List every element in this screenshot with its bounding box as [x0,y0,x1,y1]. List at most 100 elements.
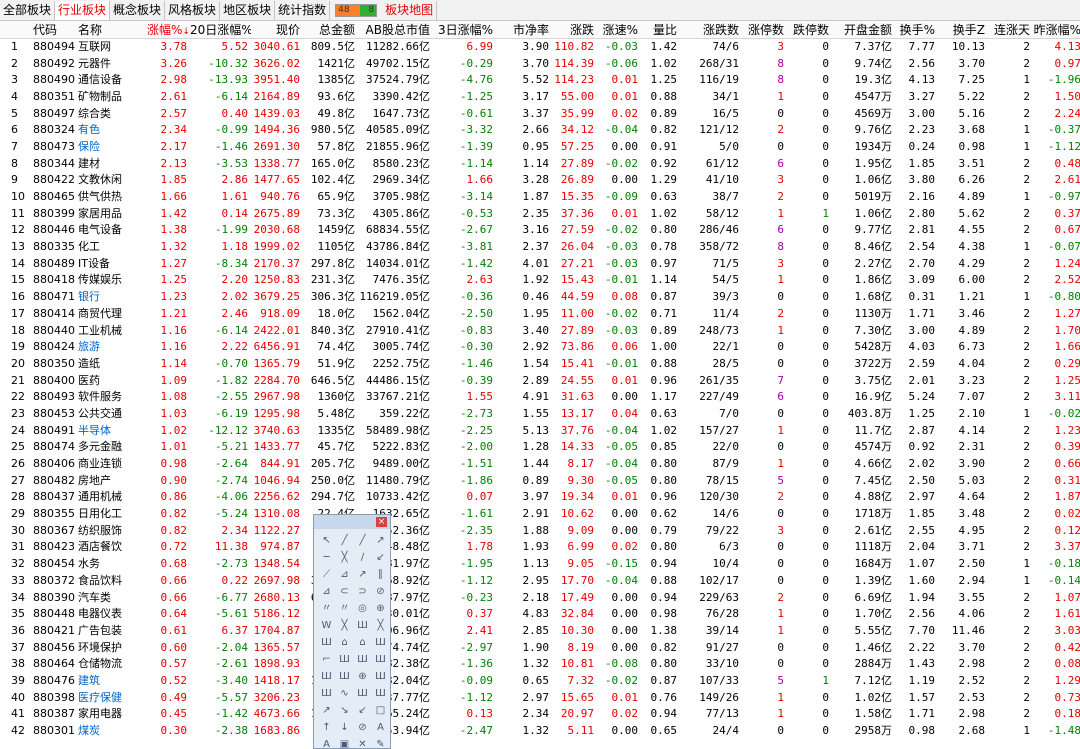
tab-industry-sectors[interactable]: 行业板块 [55,0,111,20]
table-row[interactable]: 1 880494 互联网 3.78 5.52 3040.61 809.5亿 11282.66亿… [0,39,1080,56]
table-row[interactable]: 11 880399 家居用品 1.42 0.14 2675.89 73.3亿 4305.86亿… [0,205,1080,222]
table-row[interactable]: 27 880482 房地产 0.90 -2.74 1046.94 250.0亿 11480.7… [0,472,1080,489]
drawing-tool-icon[interactable]: □ [372,703,389,719]
table-row[interactable]: 15 880418 传媒娱乐 1.25 2.20 1250.83 231.3亿 7476.35… [0,272,1080,289]
tab-region-sectors[interactable]: 地区板块 [220,0,276,20]
table-row[interactable]: 33880372食品饮料0.660.222697.98337.8亿32268.9… [0,573,1080,590]
drawing-tool-icon[interactable]: ↓ [336,720,353,736]
toolbox-titlebar[interactable]: × [314,515,390,529]
drawing-tool-icon[interactable]: Ш [372,652,389,668]
drawing-tool-icon[interactable]: Ш [354,618,371,634]
drawing-tool-icon[interactable]: ⌂ [336,635,353,651]
drawing-tool-icon[interactable]: ╳ [336,618,353,634]
drawing-tool-icon[interactable]: ↑ [318,720,335,736]
drawing-tool-icon[interactable]: 〃 [318,601,335,617]
table-row[interactable]: 25 880474 多元金融 1.01 -5.21 1433.77 45.7亿 5222.83… [0,439,1080,456]
table-row[interactable]: 36880421广告包装0.616.371704.8738.6亿1206.96亿… [0,622,1080,640]
col-header-limit-up-count[interactable]: 涨停数 [742,21,787,39]
table-row[interactable]: 14 880489 IT设备 1.27 -8.34 2170.37 297.8亿 14034.… [0,255,1080,273]
drawing-tool-icon[interactable]: ⊂ [336,584,353,600]
table-row[interactable]: 6 880324 有色 2.34 -0.99 1494.36 980.5亿 40585.09亿… [0,121,1080,139]
drawing-tool-icon[interactable]: ╳ [336,550,353,566]
table-row[interactable]: 13 880335 化工 1.32 1.18 1999.02 1105亿 43786.84亿 -… [0,239,1080,256]
col-header-3d-change[interactable]: 3日涨幅% [433,21,496,39]
col-header-change-pct[interactable]: 涨幅%↓ [147,21,190,39]
col-header-pb-ratio[interactable]: 市净率 [496,21,552,39]
drawing-tool-icon[interactable]: ⊕ [372,601,389,617]
table-row[interactable]: 22 880493 软件服务 1.08 -2.55 2967.98 1360亿 33767.2… [0,388,1080,406]
drawing-tool-icon[interactable]: ∕ [354,550,371,566]
table-row[interactable]: 4 880351 矿物制品 2.61 -6.14 2164.89 93.6亿 3390.42亿… [0,88,1080,106]
table-row[interactable]: 39880476建筑0.52-3.401418.17114.4亿20282.04… [0,673,1080,690]
table-row[interactable]: 21 880400 医药 1.09 -1.82 2284.70 646.5亿 44486.15… [0,372,1080,389]
drawing-tool-icon[interactable]: Ш [354,652,371,668]
drawing-tool-icon[interactable]: ⊕ [354,669,371,685]
drawing-tool-icon[interactable]: ∿ [336,686,353,702]
drawing-tool-icon[interactable]: Ш [372,635,389,651]
table-row[interactable]: 19 880424 旅游 1.16 2.22 6456.91 74.4亿 3005.74亿 -0… [0,339,1080,356]
table-row[interactable]: 35880448电器仪表0.64-5.615186.1228.8亿1930.01… [0,606,1080,623]
table-row[interactable]: 38880464仓储物流0.57-2.611898.9312.8亿1182.38… [0,655,1080,673]
drawing-tool-icon[interactable]: Ш [354,686,371,702]
table-row[interactable]: 8 880344 建材 2.13 -3.53 1338.77 165.0亿 8580.23亿 -… [0,155,1080,172]
table-row[interactable]: 20 880350 造纸 1.14 -0.70 1365.79 51.9亿 2252.75亿 -… [0,355,1080,373]
table-row[interactable]: 9 880422 文教休闲 1.85 2.86 1477.65 102.4亿 2969.34亿… [0,172,1080,189]
table-row[interactable]: 29880355日用化工0.82-5.241310.0822.4亿1632.65… [0,506,1080,523]
table-row[interactable]: 30880367纺织服饰0.822.341122.2752.5亿2652.36亿… [0,522,1080,540]
drawing-tool-icon[interactable]: Ш [318,635,335,651]
tab-style-sectors[interactable]: 风格板块 [165,0,221,20]
table-row[interactable]: 7 880473 保险 2.17 -1.46 2691.30 57.8亿 21855.96亿 -… [0,139,1080,156]
col-header-turnover-z[interactable]: 换手Z [938,21,988,39]
table-row[interactable]: 2 880492 元器件 3.26 -10.32 3626.02 1421亿 49702.15… [0,55,1080,72]
table-row[interactable]: 18 880440 工业机械 1.16 -6.14 2422.01 840.3亿 27910.… [0,322,1080,339]
table-row[interactable]: 41880387家用电器0.45-1.424673.66106.5亿11365.… [0,706,1080,723]
drawing-tool-icon[interactable]: A [372,720,389,736]
table-row[interactable]: 34880390汽车类0.66-6.772680.13612.8亿23587.9… [0,589,1080,606]
col-header-name[interactable]: 名称 [75,21,147,39]
drawing-tool-icon[interactable]: ↗ [354,567,371,583]
table-row[interactable]: 28 880437 通用机械 0.86 -4.06 2256.62 294.7亿 10733.… [0,489,1080,506]
table-row[interactable]: 5 880497 综合类 2.57 0.40 1439.03 49.8亿 1647.73亿 -0… [0,105,1080,122]
drawing-tool-icon[interactable]: ╳ [372,618,389,634]
table-row[interactable]: 10 880465 供气供热 1.66 1.61 940.76 65.9亿 3705.98亿 -… [0,188,1080,206]
drawing-tool-icon[interactable]: ↖ [318,533,335,549]
drawing-tool-icon[interactable]: ⌐ [318,652,335,668]
drawing-tool-icon[interactable]: ⊘ [354,720,371,736]
drawing-tool-icon[interactable]: Ш [372,669,389,685]
drawing-tool-icon[interactable]: ✕ [354,737,371,749]
drawing-tool-icon[interactable]: ╱ [354,533,371,549]
col-header-price[interactable]: 现价 [251,21,303,39]
table-row[interactable]: 42880301煤炭0.30-2.381683.8668.4亿21153.94亿… [0,722,1080,740]
drawing-tool-icon[interactable]: ↘ [336,703,353,719]
drawing-tool-icon[interactable]: ▣ [336,737,353,749]
col-header-prev-change[interactable]: 昨涨幅% [1033,21,1080,39]
tab-concept-sectors[interactable]: 概念板块 [110,0,166,20]
drawing-tool-icon[interactable]: ↗ [318,703,335,719]
drawing-tool-icon[interactable]: ✎ [372,737,389,749]
drawing-tool-icon[interactable]: A [318,737,335,749]
table-row[interactable]: 40880398医疗保健0.49-5.573206.2389.1亿7737.77… [0,689,1080,706]
drawing-tool-icon[interactable]: 〃 [336,601,353,617]
drawing-tool-icon[interactable]: Ш [318,669,335,685]
col-header-limit-down-count[interactable]: 跌停数 [787,21,832,39]
drawing-tool-icon[interactable]: ─ [318,550,335,566]
col-header-code[interactable]: 代码 [30,21,75,39]
table-row[interactable]: 32880454水务0.68-2.731348.5411.0亿1081.97亿-… [0,555,1080,573]
col-header-volume-ratio[interactable]: 量比 [641,21,680,39]
drawing-tool-icon[interactable]: ⊃ [354,584,371,600]
col-header-change[interactable]: 涨跌 [552,21,597,39]
table-row[interactable]: 16 880471 银行 1.23 2.02 3679.25 306.3亿 116219.05… [0,288,1080,306]
drawing-tool-icon[interactable]: ↗ [372,533,389,549]
drawing-tool-icon[interactable]: ⟋ [318,567,335,583]
table-row[interactable]: 37880456环境保护0.60-2.041365.5733.3亿2874.74… [0,639,1080,656]
tab-statistic-index[interactable]: 统计指数 [275,0,331,20]
col-header-consecutive-up-days[interactable]: 连涨天 [988,21,1033,39]
drawing-tool-icon[interactable]: ╱ [336,533,353,549]
table-row[interactable]: 24 880491 半导体 1.02 -12.12 3740.63 1335亿 58489.9… [0,422,1080,439]
col-header-20d-change[interactable]: 20日涨幅% [190,21,251,39]
drawing-tool-icon[interactable]: ∥ [372,567,389,583]
drawing-tool-icon[interactable]: ⊿ [318,584,335,600]
table-row[interactable]: 12 880446 电气设备 1.38 -1.99 2030.68 1459亿 68834.5… [0,222,1080,239]
col-header-up-down-count[interactable]: 涨跌数 [680,21,742,39]
drawing-tool-icon[interactable]: ⊘ [372,584,389,600]
